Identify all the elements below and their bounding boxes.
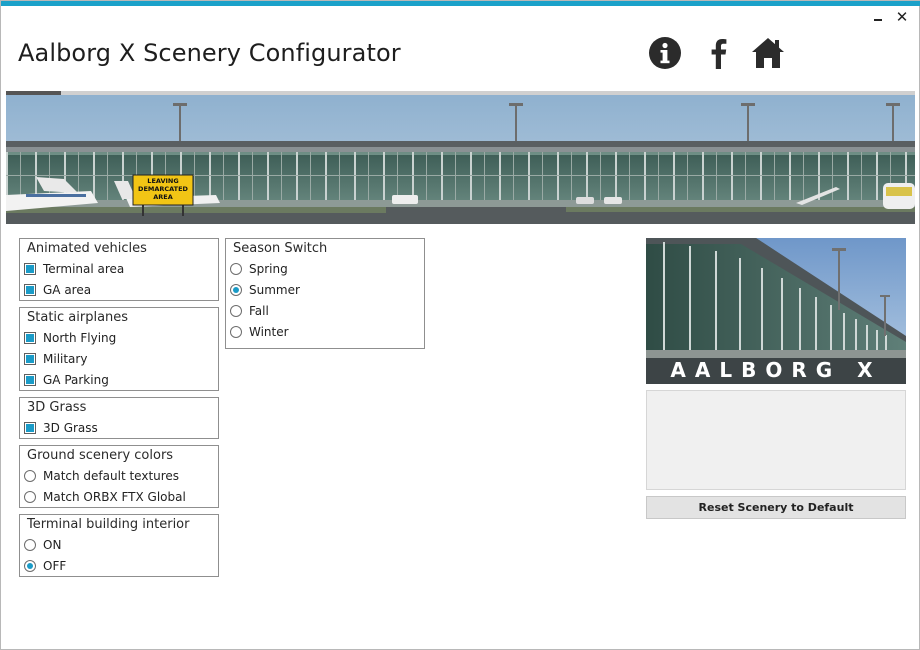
winter-radio[interactable]: Winter bbox=[230, 323, 289, 341]
terminal-area-checkbox[interactable]: Terminal area bbox=[24, 260, 124, 278]
terminal-interior-title: Terminal building interior bbox=[27, 517, 190, 532]
checkbox-box[interactable] bbox=[24, 374, 36, 386]
grass-3d-title: 3D Grass bbox=[27, 400, 87, 415]
terminal-area-label: Terminal area bbox=[43, 262, 125, 276]
season-switch-title: Season Switch bbox=[233, 241, 328, 256]
checkbox-box[interactable] bbox=[24, 263, 36, 275]
radio-circle[interactable] bbox=[24, 560, 36, 572]
ga-area-label: GA area bbox=[43, 283, 92, 297]
radio-circle[interactable] bbox=[24, 491, 36, 503]
spring-radio[interactable]: Spring bbox=[230, 260, 288, 278]
match-orbx-label: Match ORBX FTX Global bbox=[43, 490, 186, 504]
checkbox-box[interactable] bbox=[24, 332, 36, 344]
radio-circle[interactable] bbox=[230, 326, 242, 338]
grass-3d-group: 3D Grass 3D Grass bbox=[19, 397, 219, 439]
summer-label: Summer bbox=[249, 283, 300, 297]
interior-off-radio[interactable]: OFF bbox=[24, 557, 66, 575]
interior-off-label: OFF bbox=[43, 559, 67, 573]
radio-circle[interactable] bbox=[230, 263, 242, 275]
match-default-label: Match default textures bbox=[43, 469, 180, 483]
title-accent-bar bbox=[1, 1, 920, 6]
description-panel bbox=[646, 390, 906, 490]
banner-sign-line3: AREA bbox=[153, 193, 173, 201]
app-window: ✕ Aalborg X Scenery Configurator LEAVING… bbox=[0, 0, 920, 650]
interior-on-label: ON bbox=[43, 538, 62, 552]
banner-sign-line1: LEAVING bbox=[147, 177, 178, 185]
season-switch-group: Season Switch Spring Summer Fall Winter bbox=[225, 238, 425, 349]
banner-image: LEAVING DEMARCATED AREA bbox=[6, 95, 915, 224]
grass-3d-checkbox[interactable]: 3D Grass bbox=[24, 419, 98, 437]
banner-sign-line2: DEMARCATED bbox=[138, 185, 189, 193]
static-airplanes-group: Static airplanes North Flying Military G… bbox=[19, 307, 219, 391]
fall-label: Fall bbox=[249, 304, 269, 318]
military-checkbox[interactable]: Military bbox=[24, 350, 87, 368]
animated-vehicles-group: Animated vehicles Terminal area GA area bbox=[19, 238, 219, 301]
checkbox-box[interactable] bbox=[24, 284, 36, 296]
fall-radio[interactable]: Fall bbox=[230, 302, 269, 320]
static-airplanes-title: Static airplanes bbox=[27, 310, 129, 325]
winter-label: Winter bbox=[249, 325, 289, 339]
spring-label: Spring bbox=[249, 262, 288, 276]
checkbox-box[interactable] bbox=[24, 422, 36, 434]
ground-colors-title: Ground scenery colors bbox=[27, 448, 174, 463]
match-orbx-radio[interactable]: Match ORBX FTX Global bbox=[24, 488, 186, 506]
minimize-icon bbox=[874, 19, 882, 21]
checkbox-box[interactable] bbox=[24, 353, 36, 365]
ga-parking-label: GA Parking bbox=[43, 373, 109, 387]
ground-colors-group: Ground scenery colors Match default text… bbox=[19, 445, 219, 508]
preview-brand-text: AALBORG X bbox=[670, 358, 882, 382]
match-default-radio[interactable]: Match default textures bbox=[24, 467, 179, 485]
home-icon[interactable] bbox=[750, 35, 786, 71]
military-label: Military bbox=[43, 352, 88, 366]
grass-3d-label: 3D Grass bbox=[43, 421, 98, 435]
info-icon[interactable] bbox=[647, 35, 683, 71]
reset-scenery-button[interactable]: Reset Scenery to Default bbox=[646, 496, 906, 519]
close-icon: ✕ bbox=[895, 8, 909, 26]
terminal-interior-group: Terminal building interior ON OFF bbox=[19, 514, 219, 577]
interior-on-radio[interactable]: ON bbox=[24, 536, 61, 554]
animated-vehicles-title: Animated vehicles bbox=[27, 241, 147, 256]
radio-circle[interactable] bbox=[230, 284, 242, 296]
ga-area-checkbox[interactable]: GA area bbox=[24, 281, 91, 299]
north-flying-checkbox[interactable]: North Flying bbox=[24, 329, 116, 347]
preview-image: AALBORG X bbox=[646, 238, 906, 384]
summer-radio[interactable]: Summer bbox=[230, 281, 300, 299]
north-flying-label: North Flying bbox=[43, 331, 117, 345]
facebook-icon[interactable] bbox=[701, 35, 737, 71]
ga-parking-checkbox[interactable]: GA Parking bbox=[24, 371, 109, 389]
minimize-button[interactable] bbox=[867, 7, 889, 27]
radio-circle[interactable] bbox=[230, 305, 242, 317]
radio-circle[interactable] bbox=[24, 539, 36, 551]
close-button[interactable]: ✕ bbox=[891, 7, 913, 27]
app-title: Aalborg X Scenery Configurator bbox=[18, 39, 401, 67]
radio-circle[interactable] bbox=[24, 470, 36, 482]
